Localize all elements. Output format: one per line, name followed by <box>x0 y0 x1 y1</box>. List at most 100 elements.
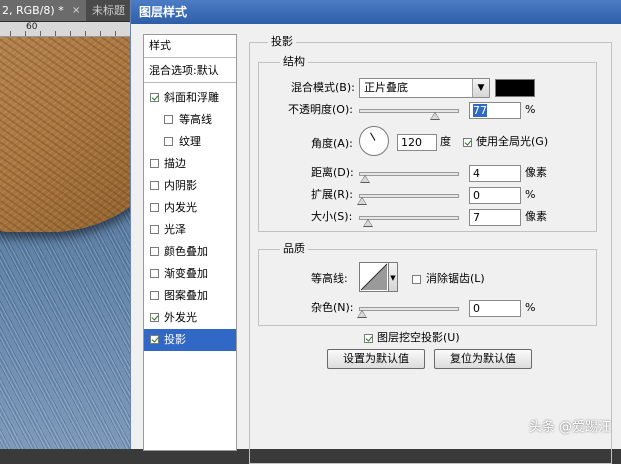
document-canvas[interactable] <box>0 37 140 449</box>
spread-value: 0 <box>473 189 480 202</box>
structure-title: 结构 <box>280 55 308 69</box>
checkbox[interactable] <box>150 181 159 190</box>
checkbox[interactable] <box>150 335 159 344</box>
style-item-color-overlay[interactable]: 颜色叠加 <box>144 241 236 263</box>
reset-default-button[interactable]: 复位为默认值 <box>434 349 532 369</box>
global-light-checkbox[interactable] <box>463 138 472 147</box>
opacity-input[interactable]: 77 <box>469 102 521 119</box>
anti-alias-checkbox[interactable] <box>412 275 421 284</box>
angle-value: 120 <box>401 136 422 149</box>
distance-input[interactable]: 4 <box>469 165 521 182</box>
knockout-label: 图层挖空投影(U) <box>377 331 460 344</box>
size-value: 7 <box>473 211 480 224</box>
size-slider[interactable] <box>359 216 459 220</box>
size-slider-thumb[interactable] <box>363 219 373 227</box>
quality-group <box>258 249 597 326</box>
angle-label: 角度(A): <box>311 137 353 150</box>
angle-dial[interactable] <box>359 126 389 156</box>
blend-mode-select[interactable]: 正片叠底 ▼ <box>359 78 490 98</box>
document-tab-title: 2, RGB/8) * <box>2 4 64 17</box>
style-item-bevel-emboss[interactable]: 斜面和浮雕 <box>144 87 236 109</box>
size-unit: 像素 <box>525 210 547 223</box>
checkbox[interactable] <box>150 93 159 102</box>
checkbox[interactable] <box>150 269 159 278</box>
close-tab-icon[interactable]: × <box>72 0 84 21</box>
angle-input[interactable]: 120 <box>397 134 437 151</box>
style-item-label: 外发光 <box>164 311 197 324</box>
style-item-label: 纹理 <box>179 135 201 148</box>
spread-unit: % <box>525 188 536 201</box>
blend-options-item[interactable]: 混合选项:默认 <box>144 60 236 83</box>
distance-slider[interactable] <box>359 172 459 176</box>
dialog-titlebar[interactable]: 图层样式 <box>131 0 621 24</box>
blend-mode-value: 正片叠底 <box>364 81 408 94</box>
shadow-color-swatch[interactable] <box>495 79 535 97</box>
style-item-label: 等高线 <box>179 113 212 126</box>
checkbox[interactable] <box>164 115 173 124</box>
style-item-label: 光泽 <box>164 223 186 236</box>
style-item-label: 渐变叠加 <box>164 267 208 280</box>
blend-options-label: 混合选项:默认 <box>149 64 219 77</box>
contour-dropdown-chevron-down-icon[interactable]: ▼ <box>389 262 398 292</box>
contour-label: 等高线: <box>311 272 348 285</box>
opacity-slider-thumb[interactable] <box>430 112 440 120</box>
style-item-label: 图案叠加 <box>164 289 208 302</box>
noise-value: 0 <box>473 302 480 315</box>
spread-label: 扩展(R): <box>311 188 353 201</box>
distance-slider-thumb[interactable] <box>360 175 370 183</box>
distance-label: 距离(D): <box>311 166 354 179</box>
style-item-pattern-overlay[interactable]: 图案叠加 <box>144 285 236 307</box>
checkbox[interactable] <box>150 203 159 212</box>
checkbox[interactable] <box>164 137 173 146</box>
size-label: 大小(S): <box>311 210 353 223</box>
spread-slider[interactable] <box>359 194 459 198</box>
checkbox[interactable] <box>150 159 159 168</box>
global-light-label: 使用全局光(G) <box>476 135 549 148</box>
angle-unit: 度 <box>440 135 451 148</box>
noise-slider[interactable] <box>359 307 459 311</box>
style-item-label: 内阴影 <box>164 179 197 192</box>
contour-picker[interactable] <box>359 262 389 292</box>
opacity-value: 77 <box>473 104 487 117</box>
size-input[interactable]: 7 <box>469 209 521 226</box>
style-item-texture[interactable]: 纹理 <box>144 131 236 153</box>
checkbox[interactable] <box>150 313 159 322</box>
knockout-checkbox[interactable] <box>364 334 373 343</box>
style-item-label: 斜面和浮雕 <box>164 91 219 104</box>
noise-label: 杂色(N): <box>311 301 354 314</box>
drop-shadow-title: 投影 <box>268 35 296 49</box>
style-item-contour[interactable]: 等高线 <box>144 109 236 131</box>
watermark-text: 头条 @爱踢汪 <box>528 420 611 435</box>
style-item-label: 投影 <box>164 333 186 346</box>
style-item-label: 颜色叠加 <box>164 245 208 258</box>
make-default-button[interactable]: 设置为默认值 <box>327 349 425 369</box>
opacity-slider[interactable] <box>359 109 459 113</box>
checkbox[interactable] <box>150 247 159 256</box>
style-item-inner-shadow[interactable]: 内阴影 <box>144 175 236 197</box>
spread-input[interactable]: 0 <box>469 187 521 204</box>
styles-header-label: 样式 <box>149 39 171 52</box>
dialog-title: 图层样式 <box>139 5 188 19</box>
style-item-inner-glow[interactable]: 内发光 <box>144 197 236 219</box>
style-item-outer-glow[interactable]: 外发光 <box>144 307 236 329</box>
style-item-drop-shadow[interactable]: 投影 <box>144 329 236 351</box>
noise-input[interactable]: 0 <box>469 300 521 317</box>
anti-alias-label: 消除锯齿(L) <box>426 272 485 285</box>
distance-unit: 像素 <box>525 166 547 179</box>
spread-slider-thumb[interactable] <box>357 197 367 205</box>
opacity-label: 不透明度(O): <box>288 103 353 116</box>
checkbox[interactable] <box>150 291 159 300</box>
noise-unit: % <box>525 301 536 314</box>
style-item-satin[interactable]: 光泽 <box>144 219 236 241</box>
horizontal-ruler: 60 <box>0 22 140 37</box>
checkbox[interactable] <box>150 225 159 234</box>
style-item-label: 内发光 <box>164 201 197 214</box>
style-item-gradient-overlay[interactable]: 渐变叠加 <box>144 263 236 285</box>
opacity-unit: % <box>525 103 536 116</box>
layer-style-dialog: 图层样式 样式 混合选项:默认 斜面和浮雕 等高线 纹理 描边 内阴影 内发光 … <box>130 0 621 464</box>
ruler-label: 60 <box>26 22 38 32</box>
angle-dial-needle <box>370 132 376 141</box>
style-item-stroke[interactable]: 描边 <box>144 153 236 175</box>
noise-slider-thumb[interactable] <box>357 310 367 318</box>
styles-header[interactable]: 样式 <box>144 35 236 58</box>
